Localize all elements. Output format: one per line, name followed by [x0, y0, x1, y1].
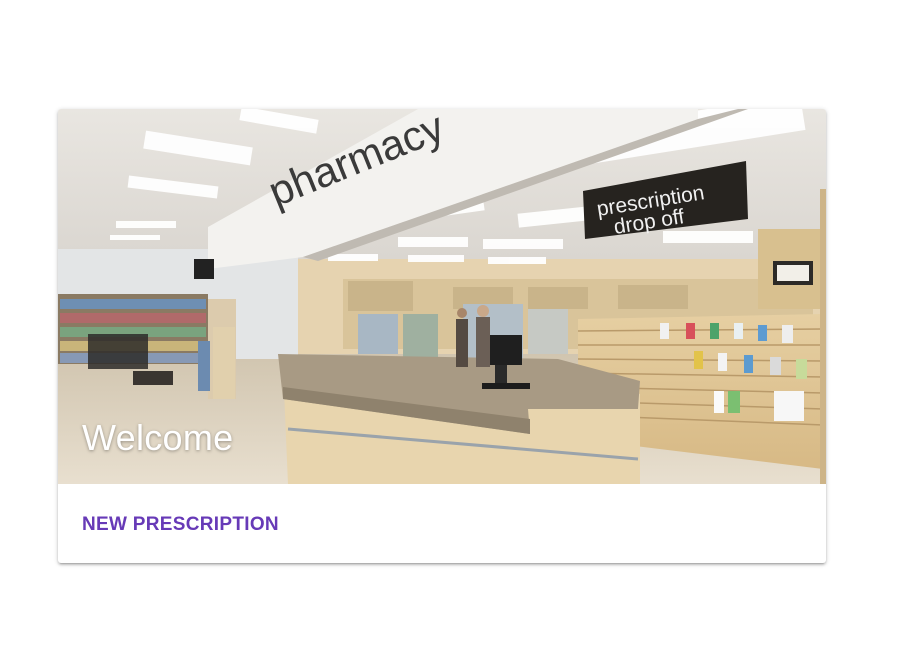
- welcome-card: pharmacy prescription drop off Welcome N…: [58, 109, 826, 563]
- card-media: pharmacy prescription drop off Welcome: [58, 109, 826, 484]
- card-title: Welcome: [82, 417, 234, 458]
- new-prescription-button[interactable]: NEW PRESCRIPTION: [74, 508, 287, 542]
- card-actions: NEW PRESCRIPTION: [58, 484, 826, 563]
